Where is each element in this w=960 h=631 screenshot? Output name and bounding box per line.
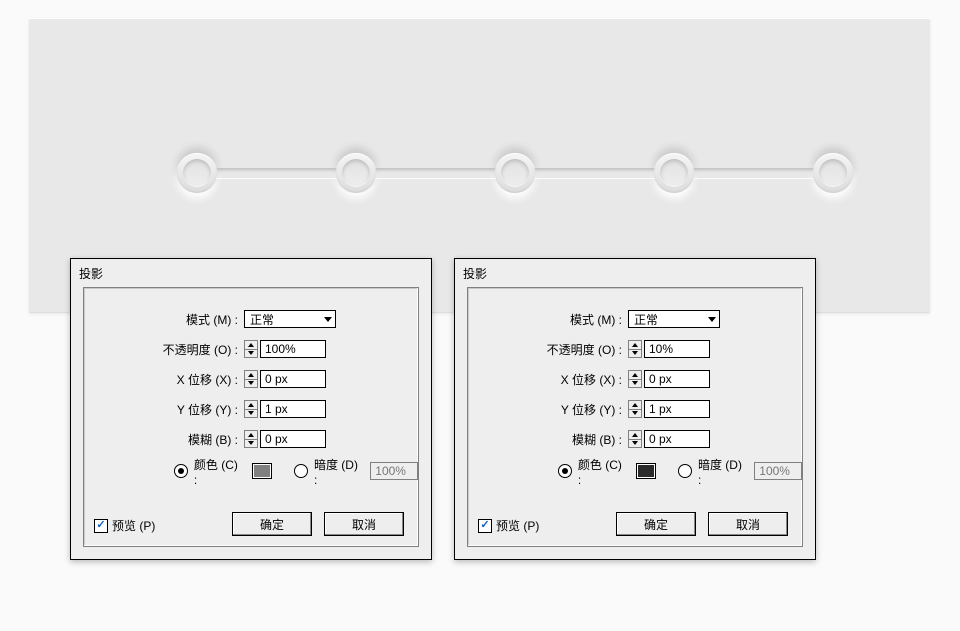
darkness-radio[interactable] <box>678 464 692 478</box>
opacity-label: 不透明度 (O) : <box>468 341 628 358</box>
ok-button[interactable]: 确定 <box>616 512 696 536</box>
darkness-label: 暗度 (D) : <box>314 456 364 487</box>
drop-shadow-dialog: 投影 模式 (M) : 正常 不透明度 (O) : 100% X 位移 (X) … <box>70 258 432 560</box>
mode-value: 正常 <box>634 311 658 328</box>
color-radio[interactable] <box>558 464 572 478</box>
dialog-title: 投影 <box>463 265 487 282</box>
y-offset-input[interactable]: 1 px <box>260 400 326 418</box>
progress-node <box>177 153 217 193</box>
dialog-title: 投影 <box>79 265 103 282</box>
ok-button[interactable]: 确定 <box>232 512 312 536</box>
color-swatch[interactable] <box>252 463 272 479</box>
progress-node <box>654 153 694 193</box>
x-offset-label: X 位移 (X) : <box>84 371 244 388</box>
darkness-input: 100% <box>754 462 802 480</box>
x-offset-input[interactable]: 0 px <box>260 370 326 388</box>
y-offset-label: Y 位移 (Y) : <box>468 401 628 418</box>
progress-node <box>336 153 376 193</box>
progress-node <box>813 153 853 193</box>
drop-shadow-dialog: 投影 模式 (M) : 正常 不透明度 (O) : 10% X 位移 (X) :… <box>454 258 816 560</box>
blur-stepper[interactable] <box>244 430 258 448</box>
mode-value: 正常 <box>250 311 274 328</box>
mode-select[interactable]: 正常 <box>244 310 336 328</box>
chevron-down-icon <box>708 317 716 322</box>
y-offset-input[interactable]: 1 px <box>644 400 710 418</box>
x-offset-label: X 位移 (X) : <box>468 371 628 388</box>
mode-label: 模式 (M) : <box>468 311 628 328</box>
dialog-body: 模式 (M) : 正常 不透明度 (O) : 100% X 位移 (X) : 0… <box>83 287 419 547</box>
preview-checkbox[interactable] <box>94 519 108 533</box>
progress-node <box>495 153 535 193</box>
blur-stepper[interactable] <box>628 430 642 448</box>
blur-label: 模糊 (B) : <box>84 431 244 448</box>
color-swatch[interactable] <box>636 463 656 479</box>
darkness-radio[interactable] <box>294 464 308 478</box>
mode-select[interactable]: 正常 <box>628 310 720 328</box>
preview-checkbox[interactable] <box>478 519 492 533</box>
chevron-down-icon <box>324 317 332 322</box>
y-offset-stepper[interactable] <box>244 400 258 418</box>
mode-label: 模式 (M) : <box>84 311 244 328</box>
opacity-stepper[interactable] <box>628 340 642 358</box>
color-radio[interactable] <box>174 464 188 478</box>
dialog-body: 模式 (M) : 正常 不透明度 (O) : 10% X 位移 (X) : 0 … <box>467 287 803 547</box>
blur-input[interactable]: 0 px <box>644 430 710 448</box>
preview-label: 预览 (P) <box>496 517 539 534</box>
y-offset-label: Y 位移 (Y) : <box>84 401 244 418</box>
opacity-stepper[interactable] <box>244 340 258 358</box>
darkness-input: 100% <box>370 462 418 480</box>
x-offset-stepper[interactable] <box>244 370 258 388</box>
blur-label: 模糊 (B) : <box>468 431 628 448</box>
preview-label: 预览 (P) <box>112 517 155 534</box>
cancel-button[interactable]: 取消 <box>324 512 404 536</box>
color-label: 颜色 (C) : <box>194 456 244 487</box>
opacity-input[interactable]: 100% <box>260 340 326 358</box>
darkness-label: 暗度 (D) : <box>698 456 748 487</box>
x-offset-stepper[interactable] <box>628 370 642 388</box>
opacity-label: 不透明度 (O) : <box>84 341 244 358</box>
blur-input[interactable]: 0 px <box>260 430 326 448</box>
y-offset-stepper[interactable] <box>628 400 642 418</box>
x-offset-input[interactable]: 0 px <box>644 370 710 388</box>
cancel-button[interactable]: 取消 <box>708 512 788 536</box>
color-label: 颜色 (C) : <box>578 456 628 487</box>
opacity-input[interactable]: 10% <box>644 340 710 358</box>
